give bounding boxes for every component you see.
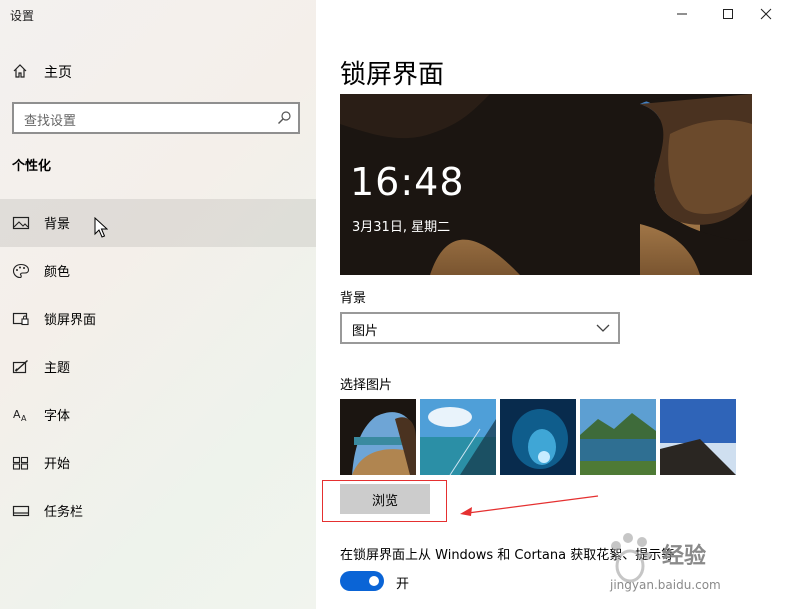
lock-screen-icon <box>12 312 29 326</box>
picture-thumbnail[interactable] <box>340 399 416 475</box>
toggle-state-label: 开 <box>396 577 410 592</box>
svg-text:A: A <box>21 414 27 423</box>
sidebar-item-label: 主题 <box>44 361 71 376</box>
minimize-button[interactable] <box>659 0 705 30</box>
lock-screen-preview: 16:48 3月31日, 星期二 <box>340 94 752 275</box>
sidebar-item-background[interactable]: 背景 <box>0 199 316 247</box>
picture-thumbnail[interactable] <box>660 399 736 475</box>
sidebar-item-label: 开始 <box>44 457 71 472</box>
watermark-text: 经验 <box>662 544 707 569</box>
browse-button[interactable]: 浏览 <box>340 484 430 514</box>
lock-screen-info-toggle[interactable] <box>340 571 384 591</box>
sidebar-item-home[interactable]: 主页 <box>0 56 316 86</box>
search-placeholder: 查找设置 <box>24 114 77 129</box>
search-icon[interactable] <box>276 110 292 126</box>
taskbar-icon <box>12 505 30 517</box>
close-icon <box>760 8 772 20</box>
background-dropdown[interactable]: 图片 <box>340 312 620 344</box>
picture-thumbnail[interactable] <box>500 399 576 475</box>
preview-time: 16:48 <box>350 160 465 204</box>
sidebar-item-label: 主页 <box>44 65 72 81</box>
sidebar-item-label: 颜色 <box>44 265 71 280</box>
chevron-down-icon <box>596 324 610 332</box>
start-icon <box>12 456 29 470</box>
sidebar-item-themes[interactable]: 主题 <box>0 343 316 391</box>
annotation-arrow-icon <box>460 495 599 516</box>
sidebar-item-colors[interactable]: 颜色 <box>0 247 316 295</box>
picture-thumbnail[interactable] <box>420 399 496 475</box>
thumbnail-cliff-sky <box>660 399 736 475</box>
font-icon: A A <box>13 408 27 423</box>
preview-date: 3月31日, 星期二 <box>352 220 451 235</box>
maximize-icon <box>723 9 733 19</box>
background-label: 背景 <box>340 291 367 306</box>
thumbnail-cave-beach <box>340 399 416 475</box>
background-dropdown-value: 图片 <box>352 324 379 339</box>
thumbnail-ice-cave <box>500 399 576 475</box>
minimize-icon <box>677 13 687 15</box>
home-icon <box>13 64 27 78</box>
thumbnail-mountain-lake <box>580 399 656 475</box>
page-title: 锁屏界面 <box>340 60 445 90</box>
close-button[interactable] <box>743 0 789 30</box>
app-title: 设置 <box>10 9 35 23</box>
section-title: 个性化 <box>12 159 52 174</box>
mouse-cursor-icon <box>94 217 108 238</box>
sidebar: 设置 主页 查找设置 个性化 背景 颜色 锁屏界面 主题 A A 字体 开始 任… <box>0 0 316 609</box>
choose-picture-label: 选择图片 <box>340 378 393 393</box>
sidebar-item-label: 任务栏 <box>44 505 84 520</box>
sidebar-item-lock-screen[interactable]: 锁屏界面 <box>0 295 316 343</box>
theme-icon <box>12 359 28 374</box>
sidebar-item-label: 字体 <box>44 409 71 424</box>
sidebar-item-start[interactable]: 开始 <box>0 439 316 487</box>
sidebar-item-taskbar[interactable]: 任务栏 <box>0 487 316 535</box>
picture-thumbnail[interactable] <box>580 399 656 475</box>
sidebar-item-fonts[interactable]: A A 字体 <box>0 391 316 439</box>
sidebar-item-label: 锁屏界面 <box>44 313 97 328</box>
watermark-url: jingyan.baidu.com <box>610 578 721 592</box>
toggle-knob <box>369 576 379 586</box>
search-input[interactable]: 查找设置 <box>12 102 300 134</box>
image-icon <box>12 216 30 230</box>
svg-text:A: A <box>13 408 21 421</box>
palette-icon <box>12 263 30 279</box>
thumbnail-glass-sea <box>420 399 496 475</box>
sidebar-item-label: 背景 <box>44 217 71 232</box>
